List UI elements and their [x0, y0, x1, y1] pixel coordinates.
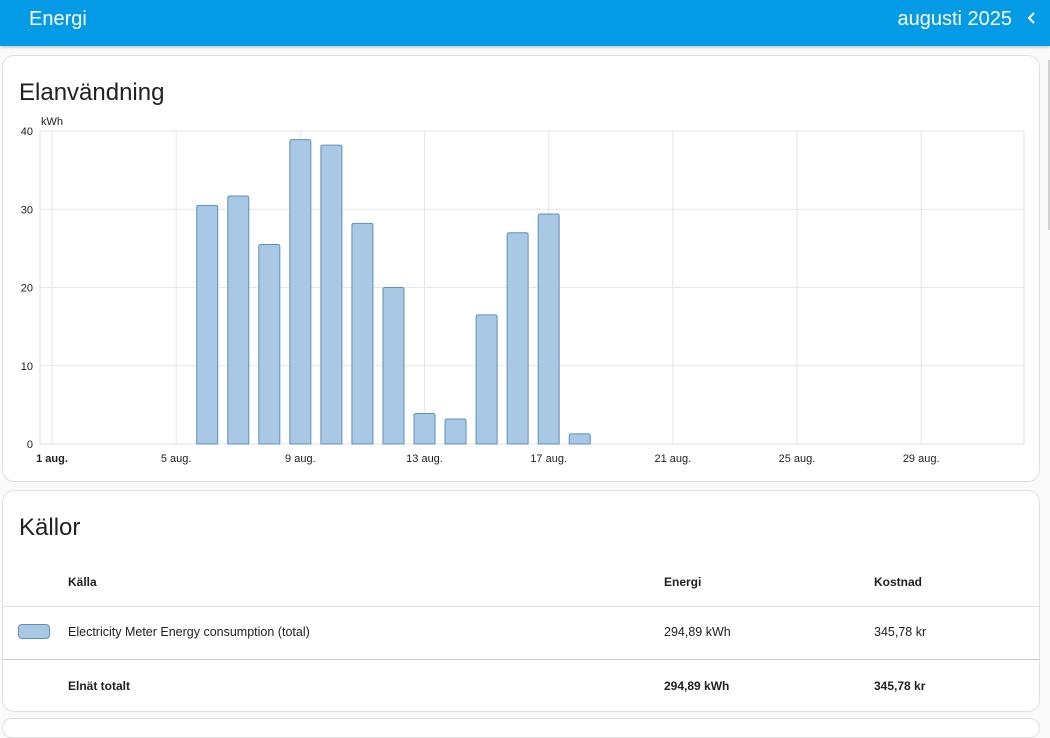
x-tick-label: 13 aug.: [406, 453, 443, 465]
chart-bar: [320, 144, 343, 445]
column-header-energy[interactable]: Energi: [664, 575, 701, 589]
sources-title: Källor: [19, 514, 81, 541]
source-color-swatch: [18, 624, 50, 639]
chart-bar: [537, 213, 560, 445]
total-energy: 294,89 kWh: [664, 679, 730, 693]
y-tick-label: 20: [21, 283, 33, 295]
consumption-chart: 0 10 20 30 40 kWh 1 aug. 5 aug. 9 aug. 13 aug. 17 …: [21, 116, 1025, 465]
column-header-cost[interactable]: Kostnad: [874, 575, 922, 589]
total-divider: [3, 659, 1039, 660]
x-tick-label: 29 aug.: [903, 453, 940, 465]
source-energy: 294,89 kWh: [664, 625, 731, 639]
y-tick-label: 0: [27, 439, 33, 451]
chart-bar: [444, 418, 467, 445]
next-card: [2, 718, 1040, 738]
total-label: Elnät totalt: [68, 679, 130, 693]
chart-bar: [227, 195, 250, 445]
x-tick-label: 17 aug.: [530, 453, 567, 465]
source-cost: 345,78 kr: [874, 625, 927, 639]
page-title: Energi: [29, 8, 87, 30]
x-tick-label: 9 aug.: [285, 453, 316, 465]
chart-bar: [506, 232, 529, 445]
column-header-source[interactable]: Källa: [68, 575, 97, 589]
chart-bar: [382, 287, 405, 445]
chevron-left-icon[interactable]: [1022, 8, 1042, 28]
sources-card: Källor Källa Energi Kostnad Electricity …: [2, 490, 1040, 712]
y-tick-label: 10: [21, 361, 33, 373]
y-tick-label: 40: [21, 126, 33, 138]
total-cost: 345,78 kr: [874, 679, 926, 693]
header-divider: [3, 606, 1039, 607]
x-tick-label: 1 aug.: [36, 453, 68, 465]
chart-bar: [289, 139, 312, 445]
y-unit-label: kWh: [41, 116, 63, 128]
x-tick-label: 5 aug.: [161, 453, 192, 465]
chart-bar: [351, 222, 374, 445]
chart-bar: [196, 204, 219, 445]
x-tick-label: 21 aug.: [654, 453, 691, 465]
chart-bar: [413, 412, 436, 445]
period-label[interactable]: augusti 2025: [897, 7, 1012, 31]
chart-bar: [568, 433, 591, 445]
chart-bar: [258, 243, 281, 445]
y-tick-label: 30: [21, 204, 33, 216]
app-header: Energi augusti 2025: [0, 0, 1050, 46]
source-name: Electricity Meter Energy consumption (to…: [68, 625, 310, 639]
chart-bar: [475, 314, 498, 445]
x-tick-label: 25 aug.: [779, 453, 816, 465]
consumption-card: Elanvändning 0 10 20 30 40 kWh 1 aug. 5 aug. 9 a…: [2, 55, 1040, 482]
